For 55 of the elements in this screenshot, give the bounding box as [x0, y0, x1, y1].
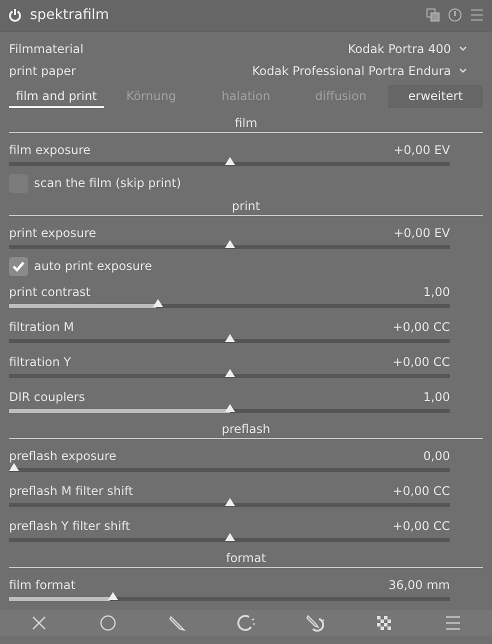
slider-label: print contrast	[9, 285, 91, 300]
section-heading: film	[234, 116, 258, 132]
slider-label: preflash Y filter shift	[9, 519, 130, 534]
checker-icon[interactable]	[375, 614, 394, 632]
slider-value: +0,00 CC	[392, 320, 450, 334]
slider-label: filtration Y	[9, 355, 72, 370]
slider-label: DIR couplers	[9, 390, 85, 404]
pencil-icon[interactable]	[168, 614, 186, 632]
slider-value: +0,00 CC	[392, 484, 450, 498]
checkbox-label: scan the film (skip print)	[34, 176, 182, 190]
slider-label: print exposure	[9, 226, 96, 240]
slider-handle[interactable]	[152, 299, 163, 308]
slider-value: 1,00	[423, 390, 450, 404]
check-icon	[12, 260, 25, 272]
circle-icon[interactable]	[98, 614, 117, 632]
slider-label: filtration M	[9, 320, 74, 334]
combobox[interactable]: print paper Kodak Professional Portra Endura	[0, 60, 492, 83]
slider-handle[interactable]	[108, 592, 118, 600]
power-icon[interactable]	[8, 8, 22, 22]
reset-icon[interactable]	[448, 8, 462, 22]
slider-handle[interactable]	[224, 404, 234, 412]
menu-icon[interactable]	[470, 8, 484, 22]
slider-value: 0,00	[423, 449, 450, 464]
menu-icon[interactable]	[444, 614, 462, 632]
section-heading: format	[226, 551, 266, 566]
checkbox-label: auto print exposure	[34, 259, 152, 274]
slider-label: film format	[9, 578, 76, 592]
slider-handle[interactable]	[224, 240, 234, 248]
slider-handle[interactable]	[224, 369, 234, 378]
slider-value: +0,00 CC	[392, 355, 450, 370]
combobox[interactable]: Filmmaterial Kodak Portra 400	[0, 37, 492, 60]
checkbox[interactable]	[9, 256, 28, 276]
pencil-circle-icon[interactable]	[306, 614, 324, 632]
section-heading: print	[232, 199, 260, 214]
slider-value: +0,00 EV	[394, 226, 450, 240]
chevron-down-icon	[459, 46, 467, 52]
slider-handle[interactable]	[224, 334, 234, 342]
partial-circle-icon[interactable]	[236, 614, 255, 632]
slider-value: +0,00 CC	[392, 519, 450, 534]
section-heading: preflash	[222, 422, 270, 438]
slider-label: film exposure	[9, 143, 91, 158]
module-title: spektrafilm	[30, 7, 110, 24]
slider-handle[interactable]	[224, 498, 234, 506]
chevron-down-icon	[459, 68, 467, 74]
slider-handle[interactable]	[9, 463, 19, 472]
slider-handle[interactable]	[224, 157, 234, 166]
slider-value: +0,00 EV	[394, 143, 450, 158]
tab[interactable]: erweitert	[388, 84, 483, 108]
slider-value: 1,00	[423, 285, 450, 300]
multiple-instances-icon[interactable]	[426, 8, 440, 22]
slider-handle[interactable]	[224, 533, 234, 542]
slider-label: preflash M filter shift	[9, 484, 134, 498]
tab[interactable]: film and print	[9, 84, 104, 108]
slider-value: 36,00 mm	[388, 578, 450, 592]
slider-label: preflash exposure	[9, 449, 116, 464]
